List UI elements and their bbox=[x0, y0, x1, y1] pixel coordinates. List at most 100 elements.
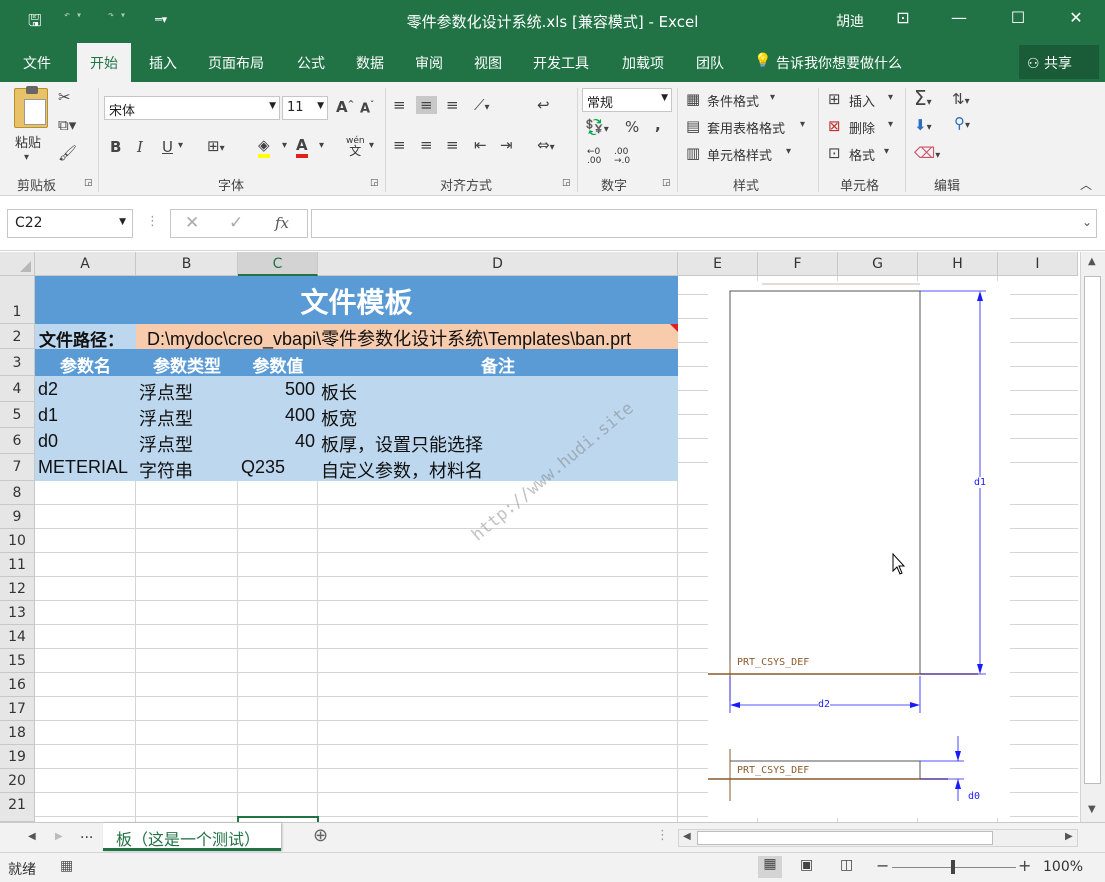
ribbon-display-icon[interactable]: ⊡ bbox=[888, 8, 918, 27]
align-right-icon[interactable]: ≡ bbox=[446, 136, 459, 154]
horizontal-scrollbar[interactable]: ◀ ▶ bbox=[678, 829, 1078, 847]
tab-team[interactable]: 团队 bbox=[696, 53, 724, 73]
tab-file[interactable]: 文件 bbox=[23, 53, 51, 73]
normal-view-icon[interactable]: ▦ bbox=[758, 856, 782, 878]
clipboard-launcher-icon[interactable]: ◲ bbox=[84, 178, 93, 188]
scroll-left-icon[interactable]: ◀ bbox=[683, 831, 691, 842]
tell-me-search[interactable]: 告诉我你想要做什么 bbox=[776, 53, 902, 73]
font-color-icon[interactable]: A bbox=[296, 136, 308, 158]
enter-icon[interactable]: ✓ bbox=[229, 213, 243, 233]
maximize-icon[interactable]: ☐ bbox=[1003, 8, 1033, 27]
chevron-down-icon[interactable]: ▾ bbox=[888, 119, 893, 130]
row-header-18[interactable]: 18 bbox=[0, 721, 35, 745]
vertical-scroll-thumb[interactable] bbox=[1084, 276, 1101, 784]
column-header-d[interactable]: D bbox=[318, 252, 678, 276]
cell-c5[interactable]: 400 bbox=[238, 405, 315, 426]
cell-b4[interactable]: 浮点型 bbox=[139, 379, 193, 405]
column-header-i[interactable]: I bbox=[998, 252, 1078, 276]
prev-sheet-icon[interactable]: ◀ bbox=[28, 831, 36, 842]
row-header-5[interactable]: 5 bbox=[0, 402, 35, 428]
row-header-3[interactable]: 3 bbox=[0, 349, 35, 376]
decrease-font-icon[interactable]: Aˇ bbox=[360, 100, 374, 116]
scroll-down-icon[interactable]: ▼ bbox=[1088, 804, 1096, 815]
currency-icon[interactable]: 💱▾ bbox=[585, 118, 609, 136]
tab-page-layout[interactable]: 页面布局 bbox=[208, 53, 264, 73]
zoom-level[interactable]: 100% bbox=[1043, 859, 1083, 875]
row-header-7[interactable]: 7 bbox=[0, 454, 35, 481]
cell-d4[interactable]: 板长 bbox=[321, 379, 357, 405]
row-header-10[interactable]: 10 bbox=[0, 529, 35, 553]
tab-home[interactable]: 开始 bbox=[77, 43, 131, 82]
chevron-down-icon[interactable]: ▾ bbox=[786, 146, 791, 157]
cell-styles-button[interactable]: 单元格样式 bbox=[707, 145, 772, 164]
sheet-title-cell[interactable]: 文件模板 bbox=[35, 276, 678, 324]
font-color-dropdown-icon[interactable]: ▾ bbox=[319, 140, 324, 151]
fill-color-dropdown-icon[interactable]: ▾ bbox=[282, 140, 287, 151]
cell-a6[interactable]: d0 bbox=[38, 431, 58, 452]
decrease-decimal-icon[interactable]: .00 →.0 bbox=[614, 148, 630, 166]
row-header-16[interactable]: 16 bbox=[0, 673, 35, 697]
scroll-right-icon[interactable]: ▶ bbox=[1065, 831, 1073, 842]
cell-d5[interactable]: 板宽 bbox=[321, 405, 357, 431]
header-param-name[interactable]: 参数名 bbox=[35, 349, 136, 377]
user-name[interactable]: 胡迪 bbox=[836, 11, 864, 31]
tab-developer[interactable]: 开发工具 bbox=[533, 53, 589, 73]
zoom-out-icon[interactable]: − bbox=[876, 856, 889, 875]
cell-c6[interactable]: 40 bbox=[238, 431, 315, 452]
fill-icon[interactable]: ⬇▾ bbox=[914, 116, 932, 134]
italic-button[interactable]: I bbox=[137, 138, 143, 156]
align-top-icon[interactable]: ≡ bbox=[393, 96, 406, 114]
zoom-in-icon[interactable]: + bbox=[1018, 856, 1031, 875]
column-header-h[interactable]: H bbox=[918, 252, 998, 276]
orientation-icon[interactable]: ⟋▾ bbox=[474, 96, 490, 114]
tab-formulas[interactable]: 公式 bbox=[297, 53, 325, 73]
underline-button[interactable]: U bbox=[162, 138, 173, 156]
chevron-down-icon[interactable]: ▾ bbox=[888, 92, 893, 103]
cell-a7[interactable]: METERIAL bbox=[38, 457, 128, 478]
vertical-scrollbar[interactable]: ▲ ▼ bbox=[1080, 252, 1105, 822]
close-icon[interactable]: ✕ bbox=[1061, 8, 1091, 27]
formula-input[interactable]: ⌄ bbox=[311, 209, 1097, 238]
find-select-icon[interactable]: ⚲▾ bbox=[954, 114, 970, 132]
column-header-b[interactable]: B bbox=[136, 252, 238, 276]
row-header-15[interactable]: 15 bbox=[0, 649, 35, 673]
row-header-6[interactable]: 6 bbox=[0, 428, 35, 454]
path-value-cell[interactable]: D:\mydoc\creo_vbapi\零件参数化设计系统\Templates\… bbox=[136, 324, 678, 349]
paste-button[interactable]: 粘贴 bbox=[15, 132, 41, 151]
path-label-cell[interactable]: 文件路径： bbox=[35, 324, 136, 350]
cell-c4[interactable]: 500 bbox=[238, 379, 315, 400]
number-format-dropdown[interactable]: 常规 ▼ bbox=[582, 88, 672, 112]
column-header-e[interactable]: E bbox=[678, 252, 758, 276]
increase-indent-icon[interactable]: ⇥ bbox=[500, 136, 513, 154]
bold-button[interactable]: B bbox=[110, 138, 121, 156]
alignment-launcher-icon[interactable]: ◲ bbox=[562, 178, 571, 188]
row-header-9[interactable]: 9 bbox=[0, 505, 35, 529]
column-header-f[interactable]: F bbox=[758, 252, 838, 276]
comma-button[interactable]: , bbox=[655, 116, 661, 134]
merge-center-icon[interactable]: ⇔▾ bbox=[537, 136, 555, 154]
row-header-20[interactable]: 20 bbox=[0, 769, 35, 793]
column-header-c[interactable]: C bbox=[238, 252, 318, 276]
autosum-icon[interactable]: Σ▾ bbox=[914, 86, 932, 110]
header-param-value[interactable]: 参数值 bbox=[238, 349, 318, 377]
align-bottom-icon[interactable]: ≡ bbox=[446, 96, 459, 114]
format-cells-button[interactable]: 格式 bbox=[849, 145, 875, 164]
row-header-17[interactable]: 17 bbox=[0, 697, 35, 721]
sheet-tab-ban[interactable]: 板（这是一个测试） bbox=[103, 823, 281, 851]
number-launcher-icon[interactable]: ◲ bbox=[662, 178, 671, 188]
cell-b7[interactable]: 字符串 bbox=[139, 457, 193, 483]
increase-decimal-icon[interactable]: ←0.00 bbox=[587, 148, 601, 166]
collapse-ribbon-icon[interactable]: ︿ bbox=[1080, 176, 1092, 193]
row-header-8[interactable]: 8 bbox=[0, 481, 35, 505]
chevron-down-icon[interactable]: ▾ bbox=[770, 92, 775, 103]
select-all-corner[interactable] bbox=[0, 252, 35, 276]
cell-c7[interactable]: Q235 bbox=[241, 457, 285, 478]
cell-a4[interactable]: d2 bbox=[38, 379, 58, 400]
percent-button[interactable]: % bbox=[625, 118, 639, 136]
row-header-19[interactable]: 19 bbox=[0, 745, 35, 769]
font-launcher-icon[interactable]: ◲ bbox=[370, 178, 379, 188]
fill-color-icon[interactable]: ◈ bbox=[258, 136, 270, 158]
insert-cells-button[interactable]: 插入 bbox=[849, 91, 875, 110]
header-param-type[interactable]: 参数类型 bbox=[136, 349, 238, 377]
page-break-view-icon[interactable]: ◫ bbox=[840, 857, 853, 873]
